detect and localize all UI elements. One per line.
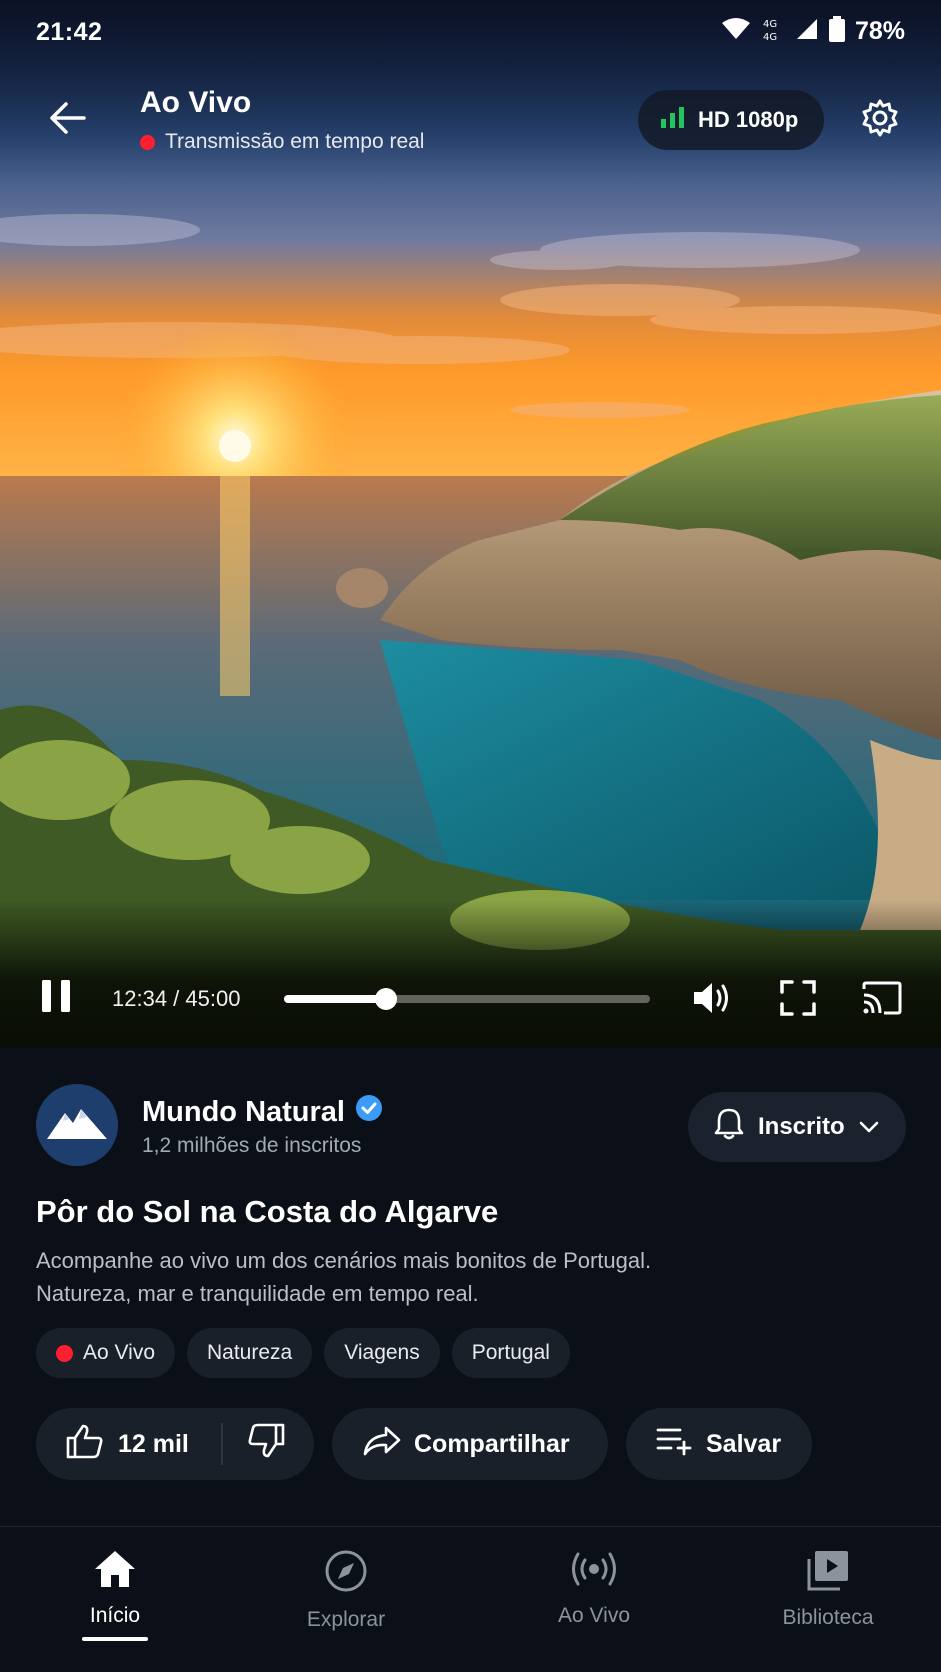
back-button[interactable] [40,92,96,148]
nav-label: Ao Vivo [558,1604,630,1627]
cast-button[interactable] [860,978,904,1022]
mountain-logo-icon [45,1103,109,1148]
quality-selector[interactable]: HD 1080p [638,90,824,150]
action-bar: 12 mil Compartilhar Salvar [36,1408,812,1480]
live-broadcast-icon [569,1549,619,1594]
subscriber-count: 1,2 milhões de inscritos [142,1134,362,1157]
video-title: Pôr do Sol na Costa do Algarve [36,1194,499,1229]
nav-label: Biblioteca [782,1606,874,1629]
pause-icon [40,978,72,1019]
like-divider [220,1423,223,1465]
chip-label: Ao Vivo [83,1341,155,1364]
channel-avatar[interactable] [36,1084,118,1166]
like-count: 12 mil [118,1429,189,1458]
share-label: Compartilhar [414,1429,570,1458]
description-line: Natureza, mar e tranquilidade em tempo r… [36,1281,479,1306]
tag-chips: Ao Vivo Natureza Viagens Portugal [36,1328,570,1378]
bottom-navigation: Início Explorar Ao Vivo Biblioteca [0,1526,941,1672]
chevron-down-icon [859,1113,879,1141]
chip-label: Viagens [344,1341,420,1364]
battery-icon [828,16,845,47]
like-dislike-group: 12 mil [36,1408,314,1480]
live-dot-icon [56,1344,73,1362]
compass-icon [324,1549,368,1598]
active-tab-indicator [82,1637,148,1641]
channel-name[interactable]: Mundo Natural [142,1094,383,1130]
progress-bar[interactable] [284,988,650,1010]
subscribe-label: Inscrito [758,1113,845,1140]
library-icon [806,1549,850,1596]
status-bar: 21:42 4G 4G 78% [0,0,941,64]
volume-button[interactable] [690,978,734,1022]
dislike-button[interactable] [247,1423,285,1466]
fullscreen-icon [780,979,816,1021]
save-button[interactable]: Salvar [626,1408,812,1480]
bell-icon [714,1107,744,1148]
video-info: Mundo Natural 1,2 milhões de inscritos I… [0,1048,941,1526]
speaker-icon [692,980,732,1021]
chip-ao-vivo[interactable]: Ao Vivo [36,1328,175,1378]
player-header: Ao Vivo Transmissão em tempo real [140,86,424,154]
nav-label: Início [89,1604,141,1627]
player-title: Ao Vivo [140,86,252,119]
nav-item-biblioteca[interactable]: Biblioteca [738,1549,918,1630]
chip-label: Natureza [207,1341,293,1364]
like-button[interactable]: 12 mil [66,1423,189,1466]
progress-thumb[interactable] [375,988,398,1010]
player-controls: 12:34 / 45:00 [0,960,941,1032]
video-description: Acompanhe ao vivo um dos cenários mais b… [36,1244,896,1310]
share-button[interactable]: Compartilhar [332,1408,608,1480]
signal-icon [795,17,819,46]
timecode: 12:34 / 45:00 [112,986,241,1011]
chip-viagens[interactable]: Viagens [324,1328,440,1378]
gear-icon [860,98,900,143]
pause-button[interactable] [36,978,76,1018]
wifi-icon [721,17,751,46]
save-label: Salvar [706,1429,782,1458]
arrow-left-icon [48,100,88,141]
fullscreen-button[interactable] [776,978,820,1022]
nav-item-inicio[interactable]: Início [25,1549,205,1628]
svg-text:4G: 4G [763,19,777,30]
playlist-add-icon [656,1426,694,1463]
nav-label: Explorar [306,1608,386,1631]
mobile-data-4g-icon: 4G 4G [761,16,785,47]
chip-portugal[interactable]: Portugal [451,1328,570,1378]
svg-text:4G: 4G [763,32,777,42]
quality-label: HD 1080p [698,107,799,132]
settings-button[interactable] [856,96,904,144]
signal-bars-icon [660,106,686,134]
description-line: Acompanhe ao vivo um dos cenários mais b… [36,1248,652,1273]
home-icon [93,1549,137,1594]
chip-natureza[interactable]: Natureza [187,1328,313,1378]
chip-label: Portugal [471,1341,550,1364]
nav-item-ao-vivo[interactable]: Ao Vivo [504,1549,684,1628]
video-player[interactable]: 21:42 4G 4G 78% Ao Vivo Transmissão em t… [0,0,941,1048]
share-arrow-icon [362,1425,402,1464]
live-dot-icon [140,134,155,150]
thumbs-down-icon [247,1423,285,1466]
channel-name-label: Mundo Natural [142,1095,345,1128]
cast-icon [862,981,902,1020]
battery-percentage: 78% [854,17,905,45]
player-subtitle: Transmissão em tempo real [165,130,425,153]
nav-item-explorar[interactable]: Explorar [256,1549,436,1632]
verified-badge-icon [355,1094,383,1130]
progress-fill [284,995,387,1003]
subscribe-button[interactable]: Inscrito [688,1092,906,1162]
thumbs-up-icon [66,1423,104,1466]
status-time: 21:42 [36,18,103,46]
live-indicator: Transmissão em tempo real [140,130,424,154]
